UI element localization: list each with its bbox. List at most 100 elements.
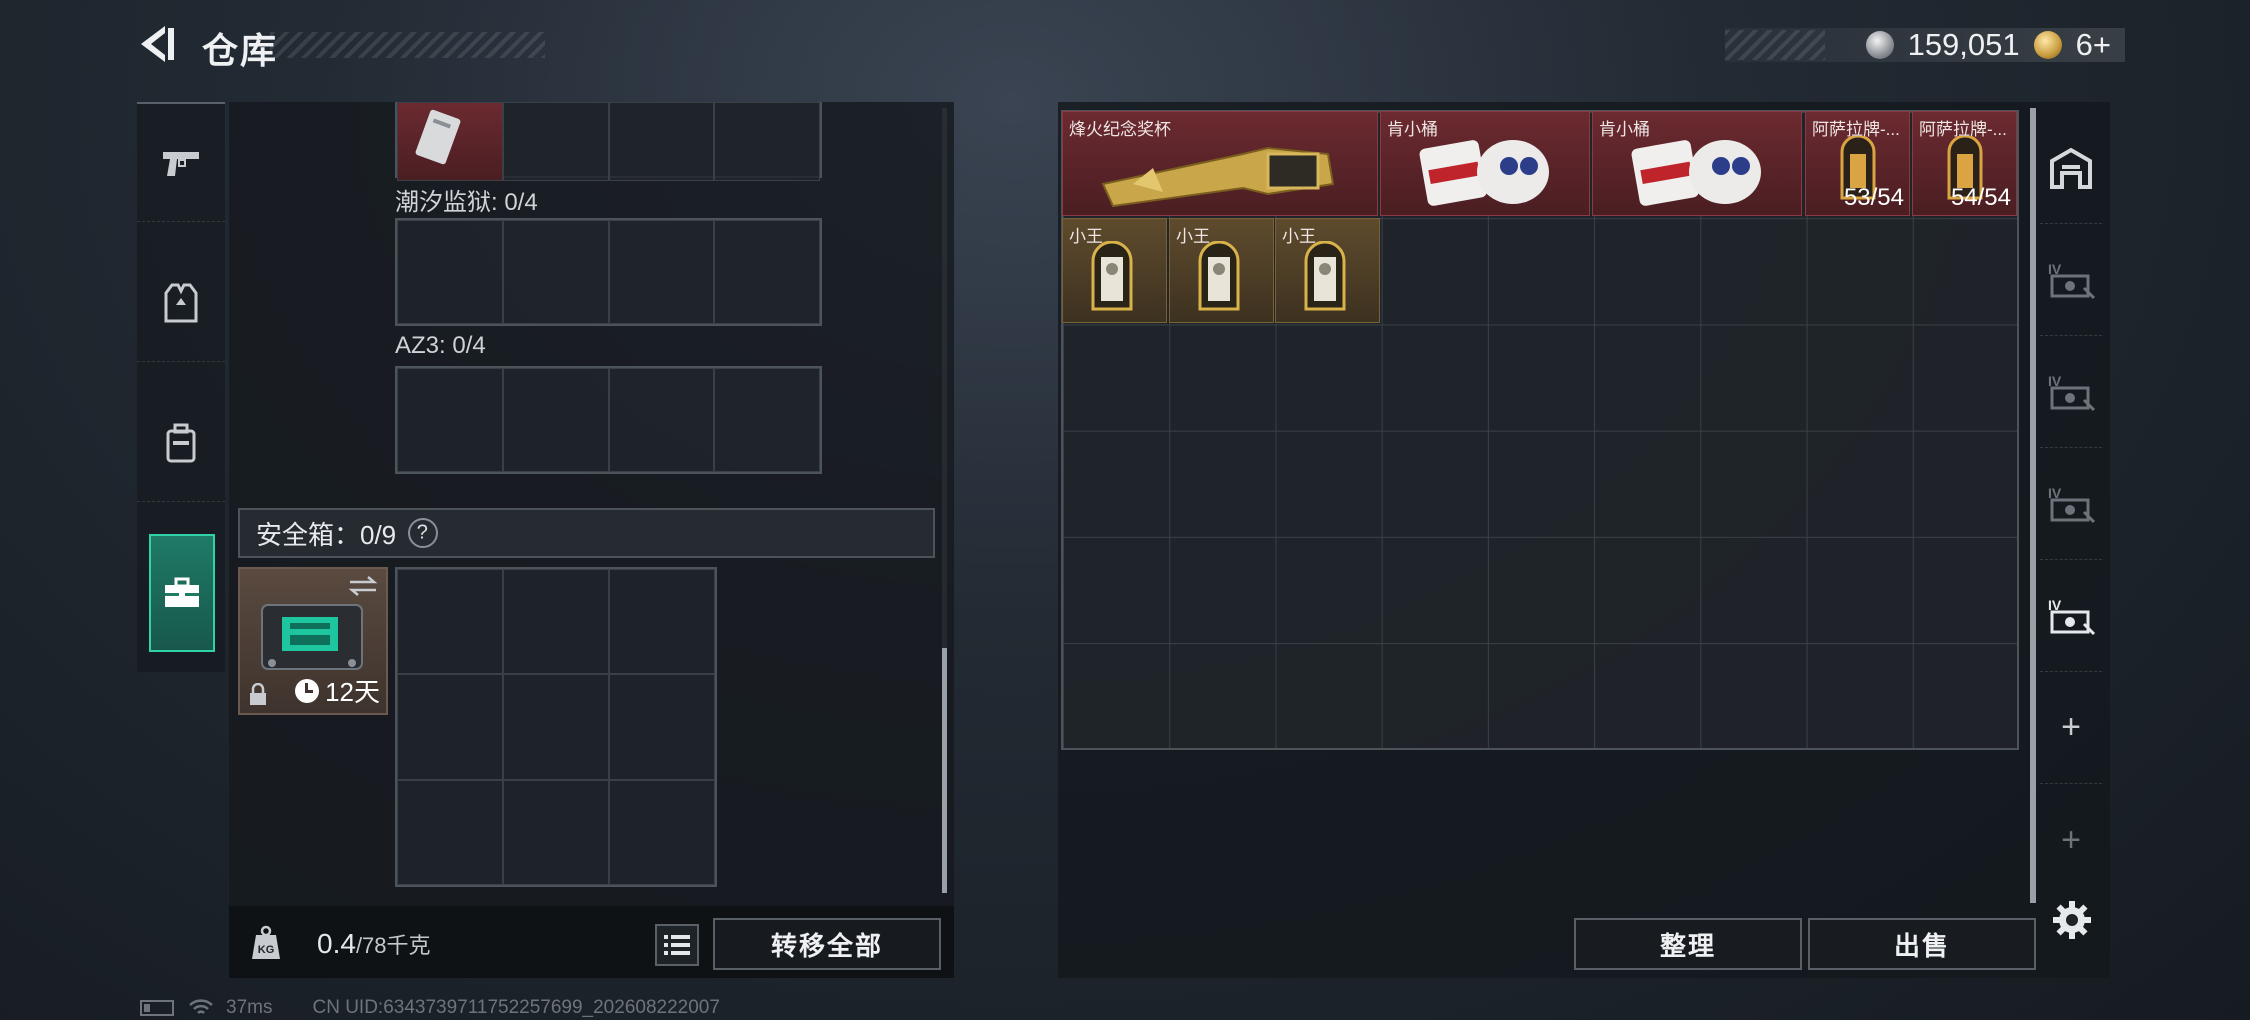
grid-cell[interactable]	[397, 674, 503, 780]
section-label-tide-prison: 潮汐监狱: 0/4	[395, 189, 538, 216]
rail-item-safebox[interactable]	[149, 534, 215, 652]
back-arrow-icon	[141, 26, 174, 62]
settings-button[interactable]	[2052, 900, 2092, 940]
safebox-label: 安全箱：0/9	[256, 519, 397, 550]
battery-icon	[140, 1000, 174, 1016]
currency-decoration	[1725, 30, 1825, 60]
gold-coin-icon	[2033, 31, 2062, 59]
pistol-icon	[163, 151, 199, 176]
backpack-icon	[166, 423, 196, 462]
tab-case-4[interactable]: IV	[2040, 560, 2102, 672]
ping-text: 37ms	[226, 997, 273, 1018]
case-iv-icon: IV	[2048, 373, 2096, 411]
right-scroll-thumb[interactable]	[2030, 108, 2036, 903]
grid-cell[interactable]	[397, 569, 503, 675]
grid-cell[interactable]	[502, 102, 609, 181]
sell-button[interactable]: 出售	[1808, 918, 2036, 970]
stash-item-asala-card-1[interactable]: 阿萨拉牌-... 53/54	[1805, 111, 1910, 216]
svg-text:KG: KG	[257, 944, 274, 956]
card-item-icon	[415, 109, 461, 165]
grid-cell[interactable]	[503, 674, 609, 780]
grid-cell[interactable]	[608, 220, 715, 324]
weight-value: 0.4	[317, 928, 356, 959]
grid-cell[interactable]	[608, 102, 715, 181]
transfer-all-button[interactable]: 转移全部	[713, 918, 941, 970]
king-card-icon	[1304, 241, 1346, 311]
rail-item-armor[interactable]	[137, 244, 225, 362]
grid-cell[interactable]	[503, 779, 609, 885]
tab-case-3[interactable]: IV	[2040, 448, 2102, 560]
grid-cell[interactable]	[609, 674, 715, 780]
page-title: 仓库	[202, 30, 279, 71]
weight-indicator: KG	[238, 915, 293, 970]
stash-item-king-card-3[interactable]: 小王	[1275, 218, 1380, 323]
swap-icon[interactable]	[348, 575, 378, 597]
bucket-figure-icon	[1419, 140, 1549, 206]
help-button[interactable]: ?	[401, 511, 445, 555]
grid-cell[interactable]	[714, 368, 820, 472]
grid-cell[interactable]	[397, 779, 503, 885]
grid-cell[interactable]	[608, 368, 715, 472]
uid-text: CN UID:6343739711752257699_202608222007	[312, 997, 720, 1018]
rail-item-weapons[interactable]	[137, 104, 225, 222]
grid-cell[interactable]	[714, 102, 820, 181]
add-tab-button-disabled: +	[2040, 784, 2102, 896]
back-button[interactable]	[135, 22, 179, 66]
grid-cell[interactable]	[502, 220, 609, 324]
category-rail	[137, 102, 225, 672]
silver-coin-icon	[1865, 31, 1894, 59]
grid-cell[interactable]	[503, 569, 609, 675]
case-iv-icon: IV	[2048, 597, 2096, 635]
grid-cell[interactable]	[714, 220, 820, 324]
bucket-figure-icon	[1631, 140, 1761, 206]
king-card-icon	[1198, 241, 1240, 311]
tab-case-1[interactable]: IV	[2040, 224, 2102, 336]
safebox-item[interactable]: 12天	[238, 567, 388, 715]
stash-item-bucket-2[interactable]: 肯小桶	[1592, 111, 1802, 216]
safebox-header: 安全箱：0/9 ?	[238, 508, 935, 558]
wifi-icon	[189, 999, 213, 1014]
container-grid-az3	[395, 366, 822, 474]
grid-cell[interactable]	[609, 779, 715, 885]
grid-cell-item[interactable]	[397, 102, 503, 181]
clock-icon	[295, 678, 320, 703]
trophy-icon	[1101, 146, 1335, 208]
item-count: 53/54	[1843, 184, 1904, 211]
sort-button[interactable]: 整理	[1574, 918, 1802, 970]
weight-capacity: /78千克	[355, 933, 431, 958]
stash-item-asala-card-2[interactable]: 阿萨拉牌-... 54/54	[1912, 111, 2017, 216]
stash-item-king-card-1[interactable]: 小王	[1062, 218, 1167, 323]
plus-icon: +	[2061, 820, 2081, 859]
gold-amount[interactable]: 6+	[2076, 27, 2111, 63]
title-decoration	[270, 32, 545, 58]
currency-bar: 159,051 6+	[1725, 27, 2125, 63]
case-iv-icon: IV	[2048, 485, 2096, 523]
container-grid-top	[395, 102, 822, 181]
gear-icon	[2053, 901, 2091, 939]
vest-icon	[164, 283, 198, 322]
list-view-button[interactable]	[655, 924, 699, 966]
tab-case-2[interactable]: IV	[2040, 336, 2102, 448]
tab-stash-main[interactable]	[2040, 112, 2102, 224]
grid-cell[interactable]	[397, 368, 503, 472]
plus-icon: +	[2061, 708, 2081, 746]
home-icon	[2050, 147, 2092, 189]
status-bar: 37ms CN UID:6343739711752257699_20260822…	[140, 997, 720, 1019]
grid-cell[interactable]	[502, 368, 609, 472]
toolbox-icon	[165, 577, 199, 607]
stash-item-king-card-2[interactable]: 小王	[1169, 218, 1274, 323]
stash-item-bucket-1[interactable]: 肯小桶	[1380, 111, 1590, 216]
help-icon: ?	[417, 521, 429, 544]
king-card-icon	[1091, 241, 1133, 311]
safebox-days-text: 12天	[325, 677, 380, 707]
rail-item-backpack[interactable]	[137, 384, 225, 502]
case-iv-icon: IV	[2048, 261, 2096, 299]
grid-cell[interactable]	[609, 569, 715, 675]
grid-cell[interactable]	[397, 220, 503, 324]
add-tab-button[interactable]: +	[2040, 672, 2102, 784]
weight-kg-icon: KG	[251, 925, 280, 959]
safebox-grid	[395, 567, 717, 887]
stash-item-trophy[interactable]: 烽火纪念奖杯	[1062, 111, 1378, 216]
left-scroll-thumb[interactable]	[942, 648, 947, 893]
list-icon	[664, 935, 690, 955]
